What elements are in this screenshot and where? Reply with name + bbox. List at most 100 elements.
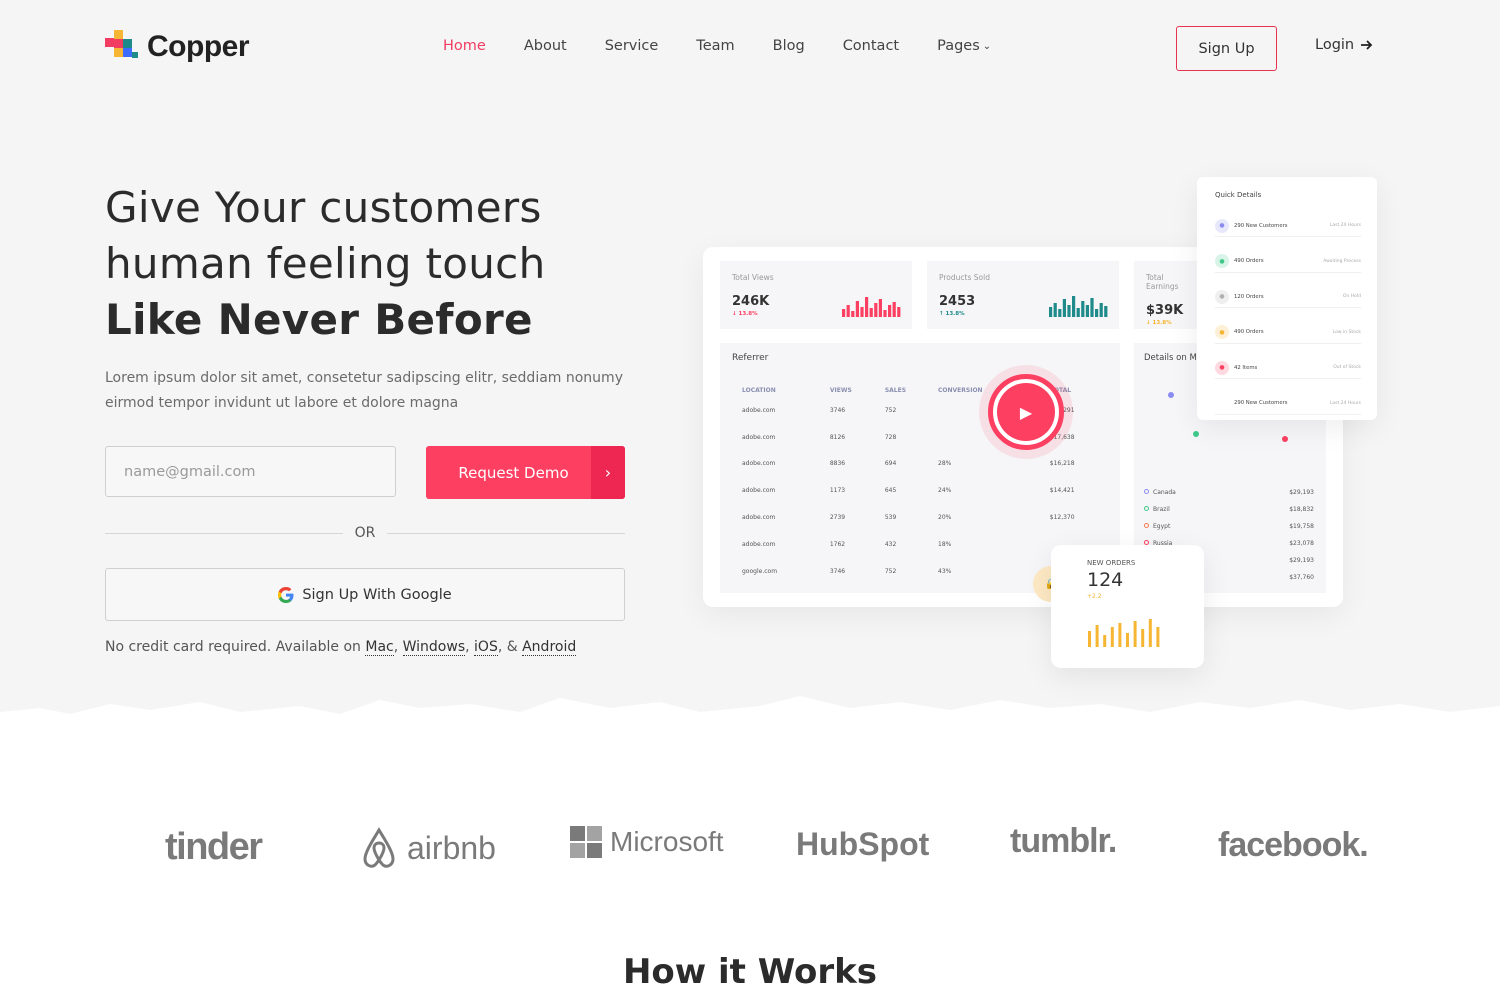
table-cell: 694 — [884, 460, 897, 468]
bar-mark — [1104, 306, 1108, 317]
bar-mark — [1067, 305, 1071, 317]
table-cell: 24% — [938, 487, 952, 495]
play-video-button[interactable]: ▶ — [979, 365, 1073, 459]
bar-mark — [1099, 303, 1103, 317]
nav-service[interactable]: Service — [605, 38, 659, 54]
bar-mark — [1141, 629, 1145, 647]
quick-details-card: Quick Details ● 290 New Customers Last 24 … — [1197, 177, 1377, 420]
list-item: ● 290 New Customers Last 24 Hours — [1215, 393, 1361, 415]
quick-label: 42 Items — [1234, 364, 1258, 371]
login-label: Login — [1315, 37, 1355, 53]
or-label: OR — [354, 525, 376, 541]
bar-mark — [1095, 625, 1099, 647]
bar-mark — [1058, 309, 1062, 317]
or-divider: OR — [105, 522, 625, 544]
list-item: ● 42 Items Out of Stock — [1215, 357, 1361, 379]
quick-status: Out of Stock — [1333, 365, 1361, 370]
dot-icon — [1144, 489, 1149, 494]
country-value: $37,760 — [1289, 574, 1314, 581]
bar-mark — [1103, 635, 1107, 647]
table-cell: 8126 — [829, 433, 846, 441]
google-signup-button[interactable]: Sign Up With Google — [105, 568, 625, 621]
bar-mark — [1072, 296, 1076, 317]
nav-about[interactable]: About — [524, 38, 567, 54]
table-cell: 1762 — [829, 540, 846, 548]
stat-card-views: Total Views 246K ↓ 13.8% — [720, 261, 912, 329]
mini-bar-chart — [842, 297, 901, 317]
quick-details-title: Quick Details — [1215, 191, 1262, 199]
table-cell: 539 — [884, 514, 897, 522]
table-cell: adobe.com — [742, 540, 776, 548]
bar-mark — [1148, 619, 1152, 647]
quick-label: 490 Orders — [1234, 258, 1264, 264]
status-icon: ● — [1215, 325, 1229, 339]
country-label: Canada — [1153, 489, 1176, 496]
top-navigation: Copper Home About Service Team Blog Cont… — [0, 0, 1500, 96]
nav-home[interactable]: Home — [443, 38, 486, 54]
bar-mark — [846, 305, 850, 317]
bar-mark — [1085, 305, 1089, 317]
stat-card-products: Products Sold 2453 ↑ 13.8% — [927, 261, 1119, 329]
signup-button[interactable]: Sign Up — [1176, 26, 1277, 71]
brand-logo[interactable]: Copper — [105, 30, 250, 64]
request-demo-button[interactable]: Request Demo › — [426, 446, 625, 499]
main-menu: Home About Service Team Blog Contact Pag… — [443, 38, 1029, 54]
how-it-works-heading: How it Works — [0, 952, 1500, 992]
table-cell: $14,421 — [1049, 487, 1075, 495]
login-link[interactable]: Login — [1315, 37, 1373, 53]
nav-pages[interactable]: Pages ⌄ — [937, 38, 991, 54]
table-cell: 20% — [938, 514, 952, 522]
nav-blog[interactable]: Blog — [773, 38, 805, 54]
table-cell: 432 — [884, 540, 897, 548]
availability-prefix: No credit card required. Available on — [105, 639, 366, 655]
platform-windows-link[interactable]: Windows — [402, 639, 466, 656]
bar-mark — [851, 311, 855, 317]
bar-mark — [869, 308, 873, 317]
quick-status: Last 24 Hours — [1329, 400, 1361, 406]
bar-mark — [1088, 631, 1091, 647]
bar-mark — [892, 302, 896, 317]
status-icon: ● — [1215, 218, 1229, 233]
status-icon: ● — [1215, 360, 1229, 375]
logo-mark-icon — [105, 30, 141, 64]
table-cell: $12,370 — [1049, 514, 1075, 522]
quick-label: 490 Orders — [1234, 329, 1264, 335]
play-icon: ▶ — [997, 383, 1055, 441]
quick-label: 290 New Customers — [1234, 222, 1288, 229]
availability-note: No credit card required. Available on Ma… — [105, 639, 577, 656]
orders-label: NEW ORDERS — [1087, 559, 1136, 567]
table-cell: adobe.com — [742, 487, 776, 495]
bar-mark — [1133, 621, 1137, 647]
platform-android-link[interactable]: Android — [522, 639, 577, 656]
nav-contact[interactable]: Contact — [843, 38, 899, 54]
bar-mark — [1053, 303, 1057, 317]
col-location: LOCATION — [742, 386, 776, 394]
bar-mark — [855, 301, 859, 317]
table-cell: adobe.com — [742, 514, 776, 522]
stat-label: Total Views — [732, 273, 774, 282]
quick-status: Last 24 Hours — [1329, 223, 1361, 228]
mini-bar-chart — [1049, 296, 1108, 317]
platform-ios-link[interactable]: iOS — [474, 639, 498, 656]
platform-mac-link[interactable]: Mac — [365, 639, 394, 656]
bar-mark — [1090, 298, 1094, 317]
table-cell: $16,218 — [1049, 460, 1075, 468]
email-input[interactable] — [105, 446, 396, 497]
bar-mark — [897, 307, 901, 317]
bar-mark — [1076, 308, 1080, 317]
country-value: $29,193 — [1289, 557, 1314, 564]
torn-edge-divider — [0, 696, 1500, 750]
how-light: How — [622, 952, 719, 992]
nav-team[interactable]: Team — [696, 38, 734, 54]
table-cell: 728 — [884, 433, 897, 441]
table-cell: 1173 — [829, 487, 846, 495]
bar-mark — [1118, 623, 1122, 647]
bar-mark — [878, 299, 882, 317]
country-name: Brazil — [1144, 506, 1170, 513]
dot-icon — [1144, 523, 1149, 528]
table-cell: adobe.com — [742, 433, 776, 441]
hero-headline: Give Your customers human feeling touch … — [105, 180, 546, 348]
bar-mark — [883, 310, 887, 317]
list-item: Canada $29,193 — [1144, 489, 1314, 496]
list-item: ● 120 Orders On Hold — [1215, 286, 1361, 308]
